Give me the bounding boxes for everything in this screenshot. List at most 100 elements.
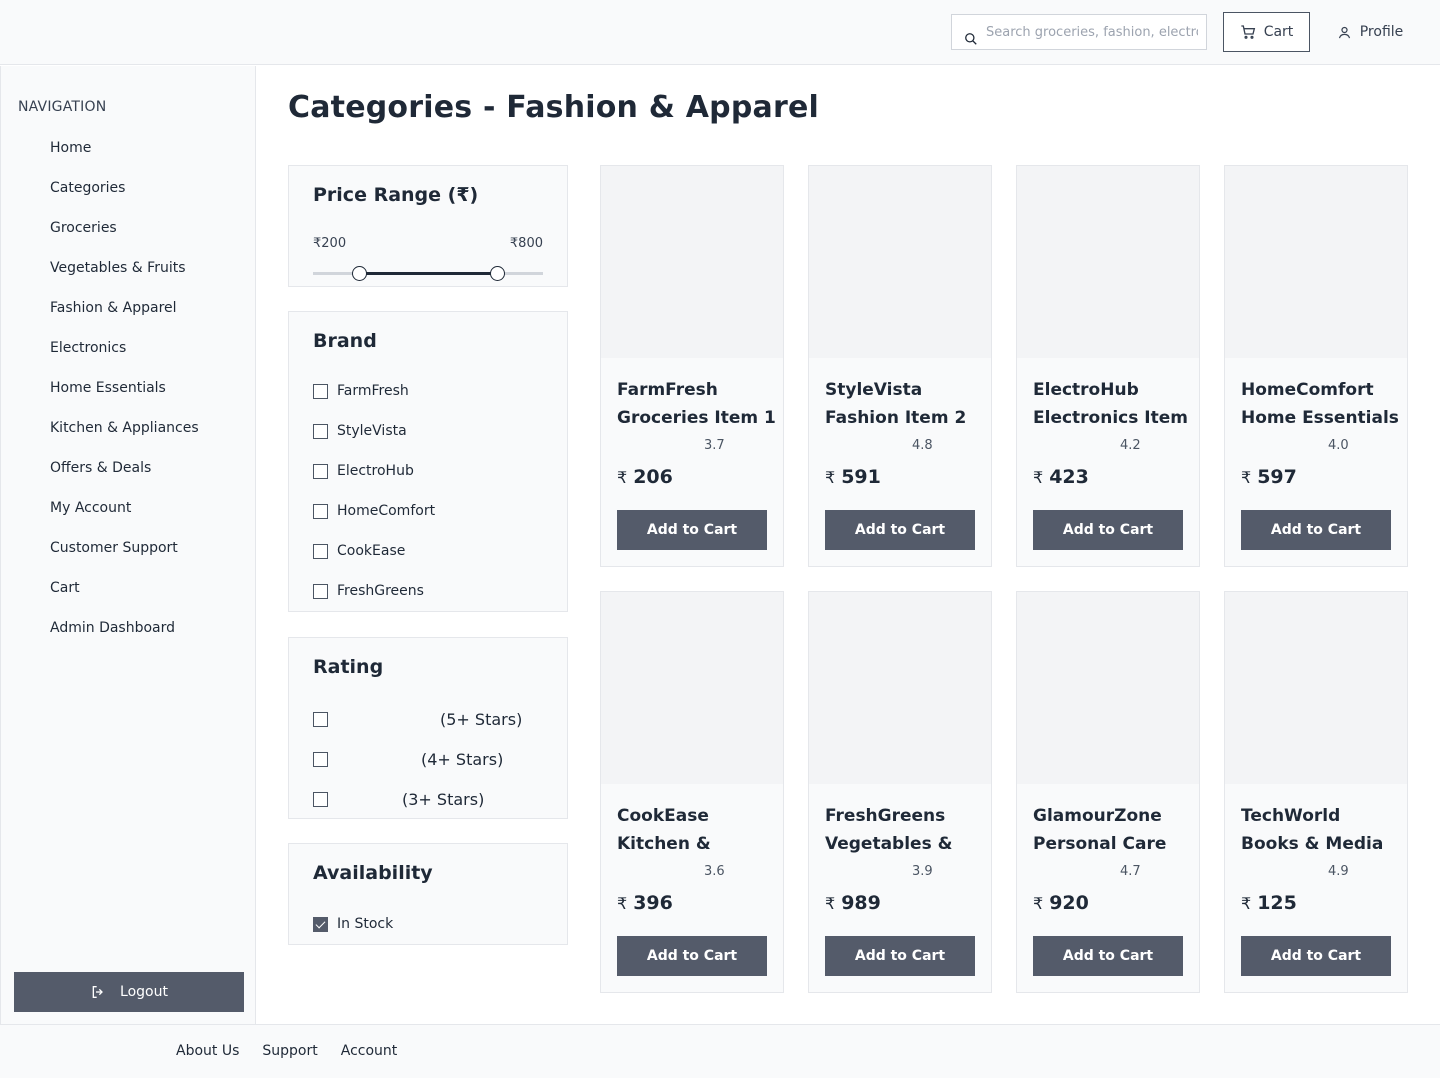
star-rating-icons xyxy=(825,864,904,879)
sidebar-item-offers-deals[interactable]: Offers & Deals xyxy=(18,448,248,488)
price-slider-track[interactable] xyxy=(313,266,543,281)
star-icon xyxy=(1305,438,1320,453)
footer-link-account[interactable]: Account xyxy=(341,1043,398,1059)
brand-option-cookease[interactable]: CookEase xyxy=(313,531,435,571)
facebook-icon[interactable] xyxy=(1100,1041,1121,1062)
product-name[interactable]: TechWorld Books & Media Item 8 xyxy=(1241,802,1401,858)
product-card[interactable]: FarmFresh Groceries Item 1 3.7 ₹206 Add to … xyxy=(600,165,784,567)
brand-checkbox[interactable] xyxy=(313,383,328,399)
rating-checkbox[interactable] xyxy=(313,791,328,807)
twitter-icon[interactable] xyxy=(1144,1041,1165,1062)
sidebar-item-admin-dashboard[interactable]: Admin Dashboard xyxy=(18,608,248,648)
sidebar-item-my-account[interactable]: My Account xyxy=(18,488,248,528)
sidebar-item-label: Home xyxy=(50,140,92,156)
rating-value: 3.9 xyxy=(912,864,933,879)
price-slider-min-handle[interactable] xyxy=(351,266,367,281)
add-to-cart-button[interactable]: Add to Cart xyxy=(1241,936,1391,976)
star-rating-icons xyxy=(1241,864,1320,879)
brand-checkbox[interactable] xyxy=(313,583,328,599)
user-icon xyxy=(18,498,38,518)
product-card[interactable]: TechWorld Books & Media Item 8 4.9 ₹125 Add… xyxy=(1224,591,1408,993)
product-image[interactable] xyxy=(809,166,991,358)
product-rating: 4.0 xyxy=(1241,438,1349,453)
product-image[interactable] xyxy=(601,166,783,358)
product-name[interactable]: CookEase Kitchen & Appliances Item 5 xyxy=(617,802,777,858)
product-price: ₹597 xyxy=(1241,466,1297,488)
availability-checkbox[interactable] xyxy=(313,916,328,932)
add-to-cart-button[interactable]: Add to Cart xyxy=(825,510,975,550)
star-icon xyxy=(413,710,431,728)
brand-checkbox[interactable] xyxy=(313,463,328,479)
availability-filter-panel: Availability In Stock xyxy=(288,843,568,945)
sidebar-item-kitchen-appliances[interactable]: Kitchen & Appliances xyxy=(18,408,248,448)
product-image[interactable] xyxy=(601,592,783,784)
sidebar-item-vegetables-fruits[interactable]: Vegetables & Fruits xyxy=(18,248,248,288)
brand-checkbox[interactable] xyxy=(313,503,328,519)
brand-option-farmfresh[interactable]: FarmFresh xyxy=(313,371,435,411)
rating-option-5[interactable]: (5+ Stars) xyxy=(313,699,522,739)
star-icon xyxy=(1273,864,1288,879)
sidebar-item-home[interactable]: Home xyxy=(18,128,248,168)
sidebar-item-groceries[interactable]: Groceries xyxy=(18,208,248,248)
image-placeholder-icon xyxy=(1278,238,1354,284)
product-name[interactable]: StyleVista Fashion Item 2 xyxy=(825,376,985,432)
product-image[interactable] xyxy=(1225,166,1407,358)
price-filter-title: Price Range (₹) xyxy=(313,184,479,206)
rating-checkbox[interactable] xyxy=(313,751,328,767)
brand-checkbox[interactable] xyxy=(313,423,328,439)
rating-option-3[interactable]: (3+ Stars) xyxy=(313,779,522,819)
price-slider-max-handle[interactable] xyxy=(489,266,505,281)
search-input[interactable] xyxy=(986,19,1198,45)
add-to-cart-button[interactable]: Add to Cart xyxy=(617,510,767,550)
availability-option-in-stock[interactable]: In Stock xyxy=(313,904,393,944)
add-to-cart-button[interactable]: Add to Cart xyxy=(617,936,767,976)
footer-link-about-us[interactable]: About Us xyxy=(176,1043,239,1059)
brand-checkbox[interactable] xyxy=(313,543,328,559)
brand-option-homecomfort[interactable]: HomeComfort xyxy=(313,491,435,531)
brand-option-freshgreens[interactable]: FreshGreens xyxy=(313,571,435,611)
sidebar-item-customer-support[interactable]: Customer Support xyxy=(18,528,248,568)
add-to-cart-button[interactable]: Add to Cart xyxy=(1033,510,1183,550)
star-icon xyxy=(1305,864,1320,879)
footer-link-support[interactable]: Support xyxy=(262,1043,317,1059)
logout-button[interactable]: Logout xyxy=(14,972,244,1012)
star-icon xyxy=(1033,864,1048,879)
product-image[interactable] xyxy=(809,592,991,784)
product-name[interactable]: HomeComfort Home Essentials Item 4 xyxy=(1241,376,1401,432)
product-card[interactable]: CookEase Kitchen & Appliances Item 5 3.6 ₹… xyxy=(600,591,784,993)
search-bar[interactable] xyxy=(951,14,1207,50)
product-name[interactable]: ElectroHub Electronics Item 3 xyxy=(1033,376,1193,432)
brand-option-electrohub[interactable]: ElectroHub xyxy=(313,451,435,491)
product-image[interactable] xyxy=(1017,592,1199,784)
product-name[interactable]: GlamourZone Personal Care Item 7 xyxy=(1033,802,1193,858)
add-to-cart-button[interactable]: Add to Cart xyxy=(1033,936,1183,976)
product-card[interactable]: ElectroHub Electronics Item 3 4.2 ₹423 Add … xyxy=(1016,165,1200,567)
profile-button[interactable]: Profile xyxy=(1325,12,1415,52)
product-card[interactable]: GlamourZone Personal Care Item 7 4.7 ₹920 A… xyxy=(1016,591,1200,993)
sidebar-item-fashion-apparel[interactable]: Fashion & Apparel xyxy=(18,288,248,328)
star-icon xyxy=(873,864,888,879)
sidebar-item-categories[interactable]: Categories xyxy=(18,168,248,208)
brand-option-stylevista[interactable]: StyleVista xyxy=(313,411,435,451)
header-cart-button[interactable]: Cart xyxy=(1223,12,1310,52)
product-name[interactable]: FreshGreens Vegetables & Fruits Item 6 xyxy=(825,802,985,858)
rating-checkbox[interactable] xyxy=(313,711,328,727)
star-icon xyxy=(825,864,840,879)
rating-option-4[interactable]: (4+ Stars) xyxy=(313,739,522,779)
instagram-icon[interactable] xyxy=(1188,1041,1209,1062)
product-card[interactable]: HomeComfort Home Essentials Item 4 4.0 ₹59… xyxy=(1224,165,1408,567)
product-image[interactable] xyxy=(1017,166,1199,358)
product-name[interactable]: FarmFresh Groceries Item 1 xyxy=(617,376,777,432)
product-card[interactable]: StyleVista Fashion Item 2 4.8 ₹591 Add to C… xyxy=(808,165,992,567)
rupee-icon: ₹ xyxy=(1033,894,1044,913)
add-to-cart-button[interactable]: Add to Cart xyxy=(825,936,975,976)
sidebar-item-cart[interactable]: Cart xyxy=(18,568,248,608)
add-to-cart-button[interactable]: Add to Cart xyxy=(1241,510,1391,550)
cart-icon xyxy=(1241,25,1255,39)
product-image[interactable] xyxy=(1225,592,1407,784)
linkedin-icon[interactable] xyxy=(1232,1041,1253,1062)
product-card[interactable]: FreshGreens Vegetables & Fruits Item 6 3.… xyxy=(808,591,992,993)
sidebar-item-electronics[interactable]: Electronics xyxy=(18,328,248,368)
sidebar-item-home-essentials[interactable]: Home Essentials xyxy=(18,368,248,408)
youtube-icon[interactable] xyxy=(1276,1041,1297,1062)
